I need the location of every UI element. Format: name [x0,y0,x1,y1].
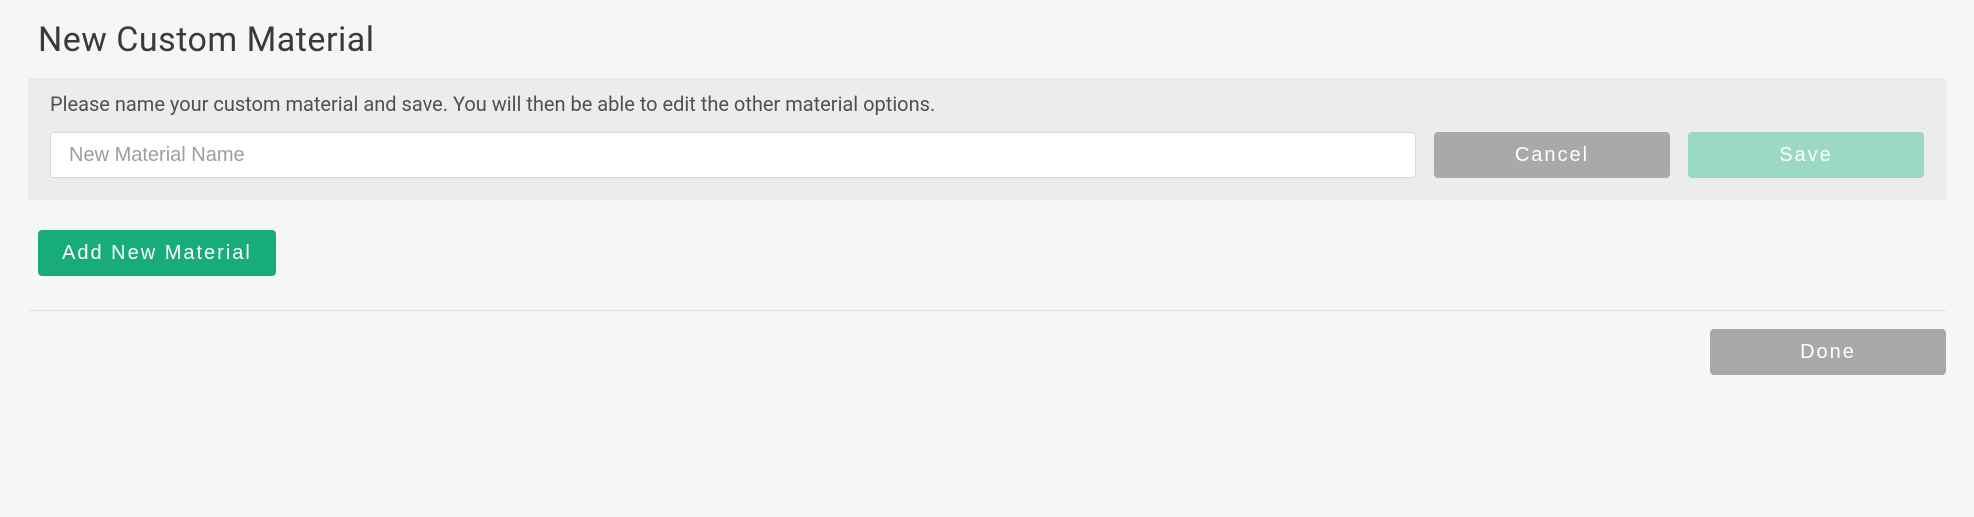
cancel-button[interactable]: Cancel [1434,132,1670,178]
done-button[interactable]: Done [1710,329,1946,375]
new-material-panel: Please name your custom material and sav… [28,78,1946,200]
page-title: New Custom Material [38,20,1946,60]
section-divider [28,310,1946,311]
actions-area: Add New Material [38,230,1946,276]
material-name-input[interactable] [50,132,1416,178]
add-new-material-button[interactable]: Add New Material [38,230,276,276]
footer-row: Done [28,329,1946,375]
form-row: Cancel Save [50,132,1924,178]
instructions-text: Please name your custom material and sav… [50,92,1924,116]
save-button[interactable]: Save [1688,132,1924,178]
